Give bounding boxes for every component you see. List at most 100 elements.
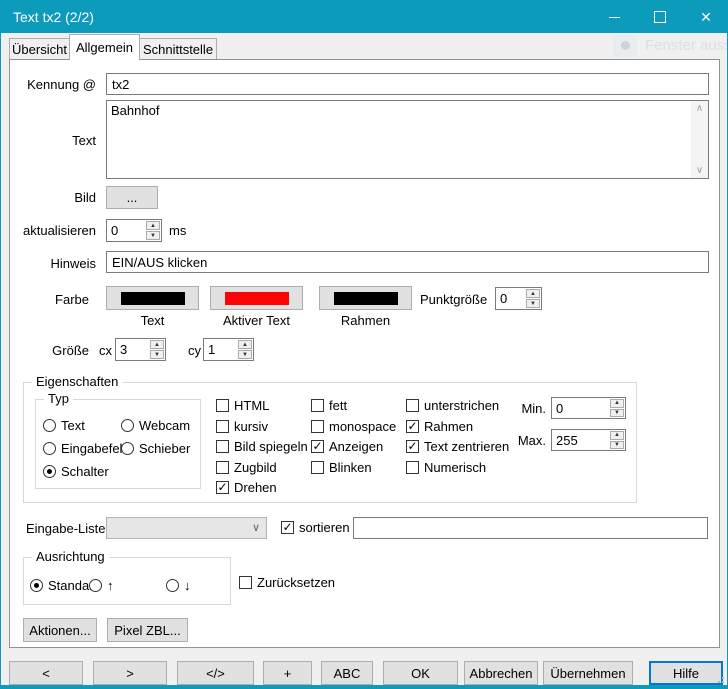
spinner-down-button[interactable]: ▼ [150, 350, 164, 359]
spinner-up-button[interactable]: ▲ [610, 431, 624, 440]
radio-typ-webcam[interactable]: Webcam [121, 418, 190, 433]
checkbox-html[interactable]: ✓ HTML [216, 398, 269, 413]
resize-grip[interactable] [714, 673, 724, 683]
checkbox-box-icon: ✓ [311, 440, 324, 453]
checkbox-label: sortieren [299, 520, 350, 535]
hilfe-button[interactable]: Hilfe [649, 661, 723, 685]
punktgroesse-label: Punktgröße [420, 292, 487, 307]
radio-label: Schieber [139, 441, 190, 456]
color-button-aktiver-text[interactable] [210, 286, 303, 310]
swatch-caption-text: Text [106, 313, 199, 328]
radio-label: Schalter [61, 464, 109, 479]
swatch-caption-aktiver-text: Aktiver Text [210, 313, 303, 328]
checkbox-drehen[interactable]: ✓ Drehen [216, 480, 277, 495]
text-label: Text [21, 133, 96, 148]
radio-ausrichtung-oben[interactable]: ↑ [89, 578, 114, 593]
code-button[interactable]: </> [177, 661, 254, 685]
text-textarea[interactable]: Bahnhof ∧ ∨ [106, 100, 709, 179]
cy-spinner[interactable]: 1 ▲ ▼ [203, 338, 254, 361]
checkbox-bild-spiegeln[interactable]: ✓ Bild spiegeln [216, 439, 308, 454]
min-spinner[interactable]: 0 ▲ ▼ [551, 397, 626, 419]
uebernehmen-button[interactable]: Übernehmen [543, 661, 633, 685]
titlebar[interactable]: Text tx2 (2/2) ✕ [1, 1, 727, 33]
spinner-down-button[interactable]: ▼ [610, 441, 624, 450]
text-color-swatch [121, 292, 185, 305]
hinweis-input[interactable]: EIN/AUS klicken [106, 251, 709, 273]
eingabe-liste-dropdown[interactable]: ∨ [106, 517, 267, 539]
checkbox-anzeigen[interactable]: ✓ Anzeigen [311, 439, 383, 454]
spinner-up-button[interactable]: ▲ [238, 340, 252, 349]
color-button-rahmen[interactable] [319, 286, 412, 310]
textarea-scrollbar[interactable]: ∧ ∨ [691, 101, 708, 178]
spinner-down-button[interactable]: ▼ [610, 409, 624, 418]
eingabe-liste-input[interactable] [353, 517, 708, 539]
radio-ausrichtung-unten[interactable]: ↓ [166, 578, 191, 593]
checkbox-text-zentrieren[interactable]: ✓ Text zentrieren [406, 439, 509, 454]
maximize-button[interactable] [637, 1, 683, 33]
tab-allgemein[interactable]: Allgemein [69, 34, 140, 60]
cx-spinner[interactable]: 3 ▲ ▼ [115, 338, 166, 361]
tab-uebersicht[interactable]: Übersicht [9, 38, 70, 59]
bild-browse-button[interactable]: ... [106, 186, 158, 209]
checkbox-box-icon: ✓ [311, 420, 324, 433]
spinner-up-button[interactable]: ▲ [610, 399, 624, 408]
groesse-label: Größe [14, 343, 89, 358]
abbrechen-button[interactable]: Abbrechen [464, 661, 538, 685]
check-icon: ✓ [407, 420, 417, 432]
scroll-down-icon[interactable]: ∨ [696, 163, 703, 178]
close-button[interactable]: ✕ [683, 1, 728, 33]
scroll-up-icon[interactable]: ∧ [696, 101, 703, 116]
spinner-up-button[interactable]: ▲ [150, 340, 164, 349]
radio-typ-eingabefeld[interactable]: Eingabefeld [43, 441, 130, 456]
minimize-button[interactable] [591, 1, 637, 33]
checkbox-box-icon: ✓ [281, 521, 294, 534]
checkbox-zugbild[interactable]: ✓ Zugbild [216, 460, 277, 475]
color-button-text[interactable] [106, 286, 199, 310]
aktionen-button[interactable]: Aktionen... [23, 618, 97, 642]
radio-typ-schieber[interactable]: Schieber [121, 441, 190, 456]
spinner-value: 0 [552, 398, 609, 418]
checkbox-fett[interactable]: ✓ fett [311, 398, 347, 413]
kennung-input[interactable]: tx2 [106, 73, 709, 95]
rahmen-color-swatch [334, 292, 398, 305]
checkbox-rahmen[interactable]: ✓ Rahmen [406, 419, 473, 434]
checkbox-box-icon: ✓ [406, 399, 419, 412]
typ-group-label: Typ [44, 391, 73, 406]
eigenschaften-group-label: Eigenschaften [32, 374, 122, 389]
max-spinner[interactable]: 255 ▲ ▼ [551, 429, 626, 451]
ok-button[interactable]: OK [383, 661, 458, 685]
checkbox-box-icon: ✓ [406, 420, 419, 433]
checkbox-box-icon: ✓ [239, 576, 252, 589]
nav-back-button[interactable]: < [9, 661, 83, 685]
spinner-down-button[interactable]: ▼ [146, 231, 160, 240]
nav-forward-button[interactable]: > [93, 661, 167, 685]
checkbox-label: Zurücksetzen [257, 575, 335, 590]
checkbox-monospace[interactable]: ✓ monospace [311, 419, 396, 434]
abc-button[interactable]: ABC [321, 661, 373, 685]
spinner-down-button[interactable]: ▼ [526, 299, 540, 308]
checkbox-blinken[interactable]: ✓ Blinken [311, 460, 372, 475]
aktualisieren-spinner[interactable]: 0 ▲ ▼ [106, 219, 162, 242]
checkbox-zuruecksetzen[interactable]: ✓ Zurücksetzen [239, 575, 335, 590]
spinner-up-button[interactable]: ▲ [146, 221, 160, 230]
kennung-label: Kennung @ [21, 77, 96, 92]
checkbox-unterstrichen[interactable]: ✓ unterstrichen [406, 398, 499, 413]
spinner-up-button[interactable]: ▲ [526, 289, 540, 298]
checkbox-kursiv[interactable]: ✓ kursiv [216, 419, 268, 434]
spinner-value: 3 [116, 339, 149, 360]
tab-schnittstelle[interactable]: Schnittstelle [139, 38, 217, 59]
checkbox-numerisch[interactable]: ✓ Numerisch [406, 460, 486, 475]
check-icon: ✓ [407, 440, 417, 452]
punktgroesse-spinner[interactable]: 0 ▲ ▼ [495, 287, 542, 310]
spinner-down-button[interactable]: ▼ [238, 350, 252, 359]
checkbox-box-icon: ✓ [216, 440, 229, 453]
spinner-buttons: ▲ ▼ [145, 220, 161, 241]
radio-typ-text[interactable]: Text [43, 418, 85, 433]
radio-typ-schalter[interactable]: Schalter [43, 464, 109, 479]
checkbox-sortieren[interactable]: ✓ sortieren [281, 520, 350, 535]
minimize-icon [609, 17, 620, 18]
spinner-buttons: ▲ ▼ [525, 288, 541, 309]
checkbox-label: Blinken [329, 460, 372, 475]
pixel-zbl-button[interactable]: Pixel ZBL... [107, 618, 188, 642]
add-button[interactable]: + [263, 661, 312, 685]
